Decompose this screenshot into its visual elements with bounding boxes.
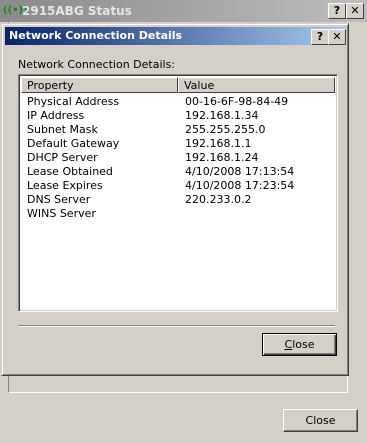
network-details-dialog: Network Connection Details ? ✕ Network C…	[1, 23, 349, 376]
value-cell: 4/10/2008 17:23:54	[185, 179, 295, 192]
list-item[interactable]: WINS Server	[21, 207, 335, 221]
details-label: Network Connection Details:	[18, 58, 176, 71]
property-cell: DHCP Server	[27, 151, 98, 164]
property-cell: Subnet Mask	[27, 123, 98, 136]
value-cell: 220.233.0.2	[185, 193, 252, 206]
column-header-property[interactable]: Property	[21, 77, 178, 93]
list-item[interactable]: Default Gateway 192.168.1.1	[21, 137, 335, 151]
status-close-button[interactable]: Close	[283, 409, 358, 432]
column-header-value[interactable]: Value	[178, 77, 335, 93]
dialog-close-icon[interactable]: ✕	[328, 29, 346, 45]
list-header: Property Value	[21, 77, 335, 93]
property-cell: IP Address	[27, 109, 85, 122]
dialog-help-button[interactable]: ?	[311, 29, 329, 45]
property-cell: Physical Address	[27, 95, 120, 108]
value-cell: 00-16-6F-98-84-49	[185, 95, 289, 108]
value-cell: 192.168.1.34	[185, 109, 259, 122]
value-cell: 192.168.1.1	[185, 137, 252, 150]
wireless-signal-icon: ((•))	[3, 5, 28, 16]
value-cell: 4/10/2008 17:13:54	[185, 165, 295, 178]
property-cell: Lease Obtained	[27, 165, 113, 178]
status-help-button[interactable]: ?	[328, 3, 346, 19]
dialog-title: Network Connection Details	[9, 29, 183, 42]
property-cell: WINS Server	[27, 207, 96, 220]
status-window-title: 2915ABG Status	[22, 4, 132, 18]
list-item[interactable]: Lease Expires 4/10/2008 17:23:54	[21, 179, 335, 193]
property-cell: Default Gateway	[27, 137, 120, 150]
list-item[interactable]: DNS Server 220.233.0.2	[21, 193, 335, 207]
value-cell: 255.255.255.0	[185, 123, 266, 136]
list-item[interactable]: DHCP Server 192.168.1.24	[21, 151, 335, 165]
dialog-close-button[interactable]: Close	[262, 333, 337, 356]
property-cell: DNS Server	[27, 193, 91, 206]
list-item[interactable]: IP Address 192.168.1.34	[21, 109, 335, 123]
divider	[18, 325, 335, 327]
list-rows: Physical Address 00-16-6F-98-84-49 IP Add…	[21, 95, 335, 221]
list-item[interactable]: Physical Address 00-16-6F-98-84-49	[21, 95, 335, 109]
details-list[interactable]: Property Value Physical Address 00-16-6F-…	[18, 74, 338, 312]
property-cell: Lease Expires	[27, 179, 103, 192]
list-item[interactable]: Subnet Mask 255.255.255.0	[21, 123, 335, 137]
status-close-icon[interactable]: ✕	[346, 3, 364, 19]
dialog-titlebar[interactable]: Network Connection Details ? ✕	[5, 27, 346, 45]
list-item[interactable]: Lease Obtained 4/10/2008 17:13:54	[21, 165, 335, 179]
status-window-titlebar[interactable]: ((•)) 2915ABG Status ? ✕	[0, 0, 367, 22]
value-cell: 192.168.1.24	[185, 151, 259, 164]
